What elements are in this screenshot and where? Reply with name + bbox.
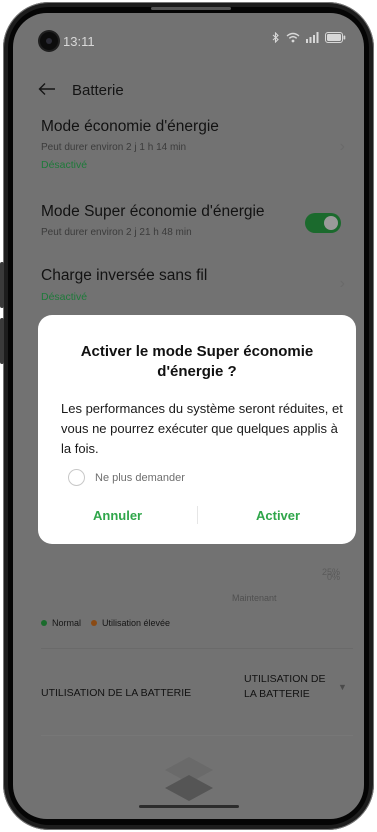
item-subtitle: Peut durer environ 2 j 1 h 14 min (41, 142, 187, 153)
chart-x-label: Maintenant (232, 593, 277, 603)
dialog-title: Activer le mode Super économie d'énergie… (80, 343, 314, 380)
power-saving-mode-item[interactable]: Mode économie d'énergie Peut durer envir… (41, 118, 351, 171)
page-header: Batterie (38, 80, 124, 100)
item-title: Mode Super économie d'énergie (41, 203, 265, 220)
battery-icon (325, 32, 346, 43)
status-bar: 13:11 (13, 13, 364, 57)
super-power-saving-toggle[interactable] (305, 213, 341, 233)
signal-icon (306, 32, 319, 43)
item-subtitle: Peut durer environ 2 j 21 h 48 min (41, 227, 192, 238)
dialog-message: Les performances du système seront rédui… (61, 401, 343, 456)
activation-dialog: Activer le mode Super économie d'énergie… (38, 315, 356, 544)
dont-ask-again-label: Ne plus demander (95, 471, 185, 484)
brand-logo-icon (165, 757, 213, 801)
system-icons (272, 32, 346, 43)
item-status: Désactivé (41, 159, 88, 171)
status-time: 13:11 (63, 34, 95, 49)
back-button[interactable] (38, 80, 56, 100)
caret-down-icon: ▼ (338, 682, 347, 692)
dropdown-label-line2: LA BATTERIE (244, 688, 310, 700)
battery-usage-heading: UTILISATION DE LA BATTERIE (41, 687, 192, 699)
wifi-icon (286, 32, 300, 43)
toggle-knob (324, 216, 338, 230)
arrow-left-icon (38, 83, 55, 95)
divider (41, 648, 353, 649)
activate-button[interactable]: Activer (256, 508, 300, 523)
earpiece-slot (151, 7, 231, 10)
bluetooth-icon (272, 32, 279, 43)
cancel-button[interactable]: Annuler (93, 508, 142, 523)
volume-up-button (0, 262, 4, 308)
screen: 13:11 Batterie Mode économie d'énergie P… (13, 13, 364, 819)
chevron-right-icon: › (339, 138, 345, 155)
item-title: Mode économie d'énergie (41, 118, 219, 135)
legend-dot-normal (41, 620, 47, 626)
volume-down-button (0, 318, 4, 364)
dont-ask-again-option[interactable]: Ne plus demander (68, 469, 185, 486)
dont-ask-again-radio[interactable] (68, 469, 85, 486)
home-indicator[interactable] (139, 805, 239, 808)
front-camera (40, 32, 58, 50)
item-status: Désactivé (41, 291, 88, 303)
chart-legend: Normal Utilisation élevée (41, 618, 170, 628)
dropdown-label-line1: UTILISATION DE (244, 673, 326, 685)
legend-normal: Normal (52, 618, 82, 628)
page-title: Batterie (72, 81, 124, 99)
legend-dot-high (91, 620, 98, 626)
chart-tick-0: 0% (326, 572, 340, 582)
item-title: Charge inversée sans fil (41, 267, 208, 284)
battery-usage-dropdown[interactable]: UTILISATION DE LA BATTERIE (244, 672, 325, 702)
legend-high-usage: Utilisation élevée (102, 618, 171, 628)
reverse-wireless-charge-item[interactable]: Charge inversée sans fil Désactivé › (41, 267, 351, 303)
divider (41, 735, 353, 736)
chevron-right-icon: › (339, 275, 345, 292)
button-separator (197, 506, 198, 524)
super-power-saving-item[interactable]: Mode Super économie d'énergie Peut durer… (41, 203, 351, 238)
